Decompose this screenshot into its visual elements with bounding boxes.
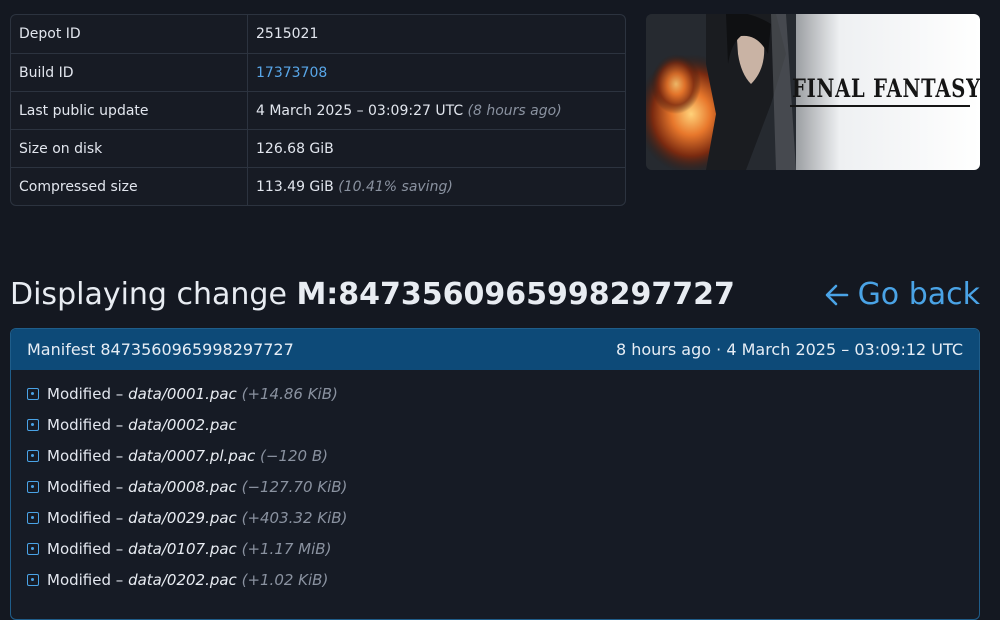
modified-icon (27, 542, 39, 555)
list-item: Modified – data/0007.pl.pac (−120 B) (27, 440, 979, 471)
modified-icon (27, 511, 39, 524)
file-path: data/0002.pac (128, 415, 237, 434)
change-kind: Modified (47, 446, 112, 465)
last-update-date: 4 March 2025 – 03:09:27 UTC (256, 102, 468, 119)
info-label: Last public update (11, 92, 248, 129)
file-path: data/0107.pac (128, 539, 237, 558)
separator: – (111, 384, 129, 403)
info-label: Depot ID (11, 15, 248, 53)
modified-icon (27, 418, 39, 431)
manifest-header: Manifest 8473560965998297727 8 hours ago… (11, 329, 979, 370)
game-logo-text: FINAL FANTASY XVI (792, 74, 980, 103)
go-back-label: Go back (857, 277, 980, 312)
go-back-link[interactable]: Go back (824, 277, 980, 312)
list-item: Modified – data/0029.pac (+403.32 KiB) (27, 502, 979, 533)
compressed-size: 113.49 GiB (256, 178, 339, 195)
depot-info-table: Depot ID 2515021 Build ID 17373708 Last … (10, 14, 626, 206)
info-value: 17373708 (248, 54, 625, 91)
game-banner-image: FINAL FANTASY XVI (646, 14, 980, 170)
last-update-relative: (8 hours ago) (467, 102, 562, 119)
info-row-build-id: Build ID 17373708 (11, 53, 625, 91)
info-row-size-on-disk: Size on disk 126.68 GiB (11, 129, 625, 167)
manifest-panel: Manifest 8473560965998297727 8 hours ago… (10, 328, 980, 620)
change-kind: Modified (47, 539, 112, 558)
size-delta: (+14.86 KiB) (241, 384, 338, 403)
change-kind: Modified (47, 415, 112, 434)
file-path: data/0008.pac (128, 477, 237, 496)
separator: – (111, 570, 129, 589)
size-delta: (+403.32 KiB) (241, 508, 348, 527)
separator: – (111, 415, 129, 434)
info-row-last-update: Last public update 4 March 2025 – 03:09:… (11, 91, 625, 129)
info-label: Size on disk (11, 130, 248, 167)
info-label: Compressed size (11, 168, 248, 205)
title-prefix: Displaying change (10, 277, 297, 312)
info-row-depot-id: Depot ID 2515021 (11, 15, 625, 53)
manifest-title: Manifest 8473560965998297727 (27, 340, 294, 359)
logo-underline (790, 105, 970, 107)
modified-icon (27, 480, 39, 493)
list-item: Modified – data/0001.pac (+14.86 KiB) (27, 378, 979, 409)
info-value: 2515021 (256, 26, 319, 42)
modified-icon (27, 449, 39, 462)
info-row-compressed-size: Compressed size 113.49 GiB (10.41% savin… (11, 167, 625, 205)
compression-saving: (10.41% saving) (338, 178, 453, 195)
modified-icon (27, 387, 39, 400)
change-kind: Modified (47, 508, 112, 527)
change-kind: Modified (47, 570, 112, 589)
file-path: data/0029.pac (128, 508, 237, 527)
list-item: Modified – data/0008.pac (−127.70 KiB) (27, 471, 979, 502)
modified-icon (27, 573, 39, 586)
size-delta: (−120 B) (260, 446, 329, 465)
size-delta: (+1.17 MiB) (241, 539, 332, 558)
info-value: 126.68 GiB (256, 140, 334, 157)
size-delta: (+1.02 KiB) (241, 570, 329, 589)
size-delta: (−127.70 KiB) (241, 477, 348, 496)
arrow-left-icon (825, 284, 848, 305)
list-item: Modified – data/0002.pac (27, 409, 979, 440)
separator: – (111, 508, 129, 527)
separator: – (111, 539, 129, 558)
change-kind: Modified (47, 384, 112, 403)
file-path: data/0001.pac (128, 384, 237, 403)
change-list: Modified – data/0001.pac (+14.86 KiB) Mo… (11, 370, 979, 595)
info-value: 4 March 2025 – 03:09:27 UTC (8 hours ago… (248, 92, 625, 129)
manifest-time: 8 hours ago · 4 March 2025 – 03:09:12 UT… (615, 340, 963, 359)
file-path: data/0007.pl.pac (128, 446, 256, 465)
build-id-link[interactable]: 17373708 (256, 65, 327, 81)
separator: – (111, 477, 129, 496)
list-item: Modified – data/0107.pac (+1.17 MiB) (27, 533, 979, 564)
file-path: data/0202.pac (128, 570, 237, 589)
info-value: 113.49 GiB (10.41% saving) (248, 168, 625, 205)
list-item: Modified – data/0202.pac (+1.02 KiB) (27, 564, 979, 595)
info-label: Build ID (11, 54, 248, 91)
separator: – (111, 446, 129, 465)
manifest-id: M:8473560965998297727 (296, 277, 735, 312)
page-title: Displaying change M:8473560965998297727 (10, 277, 735, 312)
change-kind: Modified (47, 477, 112, 496)
